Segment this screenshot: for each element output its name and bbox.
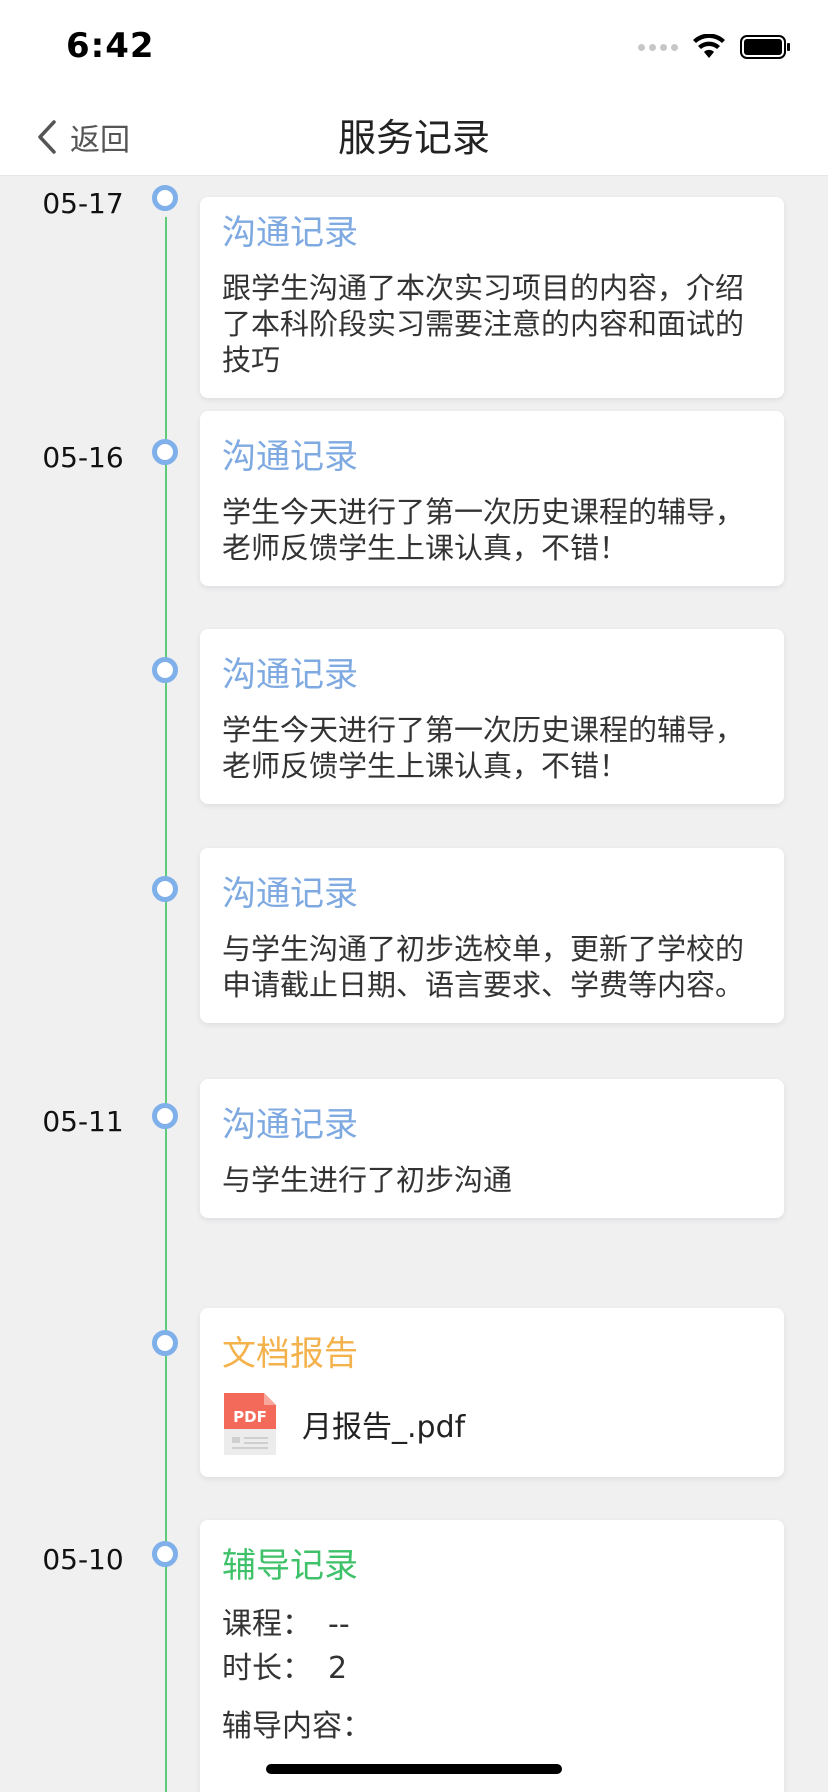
record-card[interactable]: 沟通记录 跟学生沟通了本次实习项目的内容，介绍了本科阶段实习需要注意的内容和面试… [200,197,784,398]
card-title: 沟通记录 [222,1105,358,1145]
card-text: 与学生进行了初步沟通 [222,1163,513,1197]
battery-icon [740,35,790,59]
tutoring-card[interactable]: 辅导记录 课程： -- 时长： 2 辅导内容： [200,1520,784,1792]
card-text: 跟学生沟通了本次实习项目的内容，介绍了本科阶段实习需要注意的内容和面试的技巧 [222,271,745,377]
entry-date: 05-17 [42,187,124,220]
file-name: 月报告_.pdf [302,1410,466,1445]
record-card[interactable]: 沟通记录 与学生沟通了初步选校单，更新了学校的申请截止日期、语言要求、学费等内容… [200,848,784,1023]
course-value: -- [328,1607,350,1642]
card-text: 学生今天进行了第一次历史课程的辅导，老师反馈学生上课认真，不错！ [222,495,745,565]
wifi-icon [693,34,725,58]
card-text: 学生今天进行了第一次历史课程的辅导，老师反馈学生上课认真，不错！ [222,713,745,783]
card-title: 沟通记录 [222,213,358,253]
card-title: 辅导记录 [222,1546,358,1586]
timeline-dot-icon [152,876,178,902]
file-attachment[interactable]: PDF 月报告_.pdf [222,1391,762,1457]
back-label: 返回 [70,123,130,158]
timeline-dot-icon [152,1103,178,1129]
chevron-left-icon [38,120,56,154]
cellular-signal-icon [638,43,678,51]
status-time: 6:42 [66,26,155,66]
status-bar: 6:42 [0,0,828,100]
timeline-dot-icon [152,657,178,683]
pdf-icon-label: PDF [233,1408,267,1426]
timeline-dot-icon [152,185,178,211]
timeline-list[interactable]: 05-17 沟通记录 跟学生沟通了本次实习项目的内容，介绍了本科阶段实习需要注意… [0,177,828,1792]
entry-date: 05-16 [42,441,124,474]
card-title: 沟通记录 [222,437,358,477]
card-title: 沟通记录 [222,874,358,914]
duration-field: 时长： 2 [222,1647,762,1691]
course-label: 课程： [222,1607,312,1642]
card-title: 沟通记录 [222,655,358,695]
home-indicator[interactable] [266,1764,562,1774]
entry-date: 05-11 [42,1105,124,1138]
timeline-dot-icon [152,1541,178,1567]
record-card[interactable]: 沟通记录 学生今天进行了第一次历史课程的辅导，老师反馈学生上课认真，不错！ [200,629,784,804]
timeline-dot-icon [152,1330,178,1356]
record-card[interactable]: 沟通记录 学生今天进行了第一次历史课程的辅导，老师反馈学生上课认真，不错！ [200,411,784,586]
duration-label: 时长： [222,1651,312,1686]
back-button[interactable]: 返回 [36,112,130,162]
document-card[interactable]: 文档报告 PDF 月报告_.pdf [200,1308,784,1477]
pdf-file-icon: PDF [224,1393,276,1455]
card-title: 文档报告 [222,1334,358,1374]
duration-value: 2 [328,1651,348,1686]
entry-date: 05-10 [42,1543,124,1576]
course-field: 课程： -- [222,1603,762,1647]
content-label: 辅导内容： [222,1709,372,1744]
status-icons [638,34,792,60]
record-card[interactable]: 沟通记录 与学生进行了初步沟通 [200,1079,784,1218]
card-text: 与学生沟通了初步选校单，更新了学校的申请截止日期、语言要求、学费等内容。 [222,932,745,1002]
navigation-bar: 服务记录 返回 [0,100,828,176]
timeline-dot-icon [152,439,178,465]
